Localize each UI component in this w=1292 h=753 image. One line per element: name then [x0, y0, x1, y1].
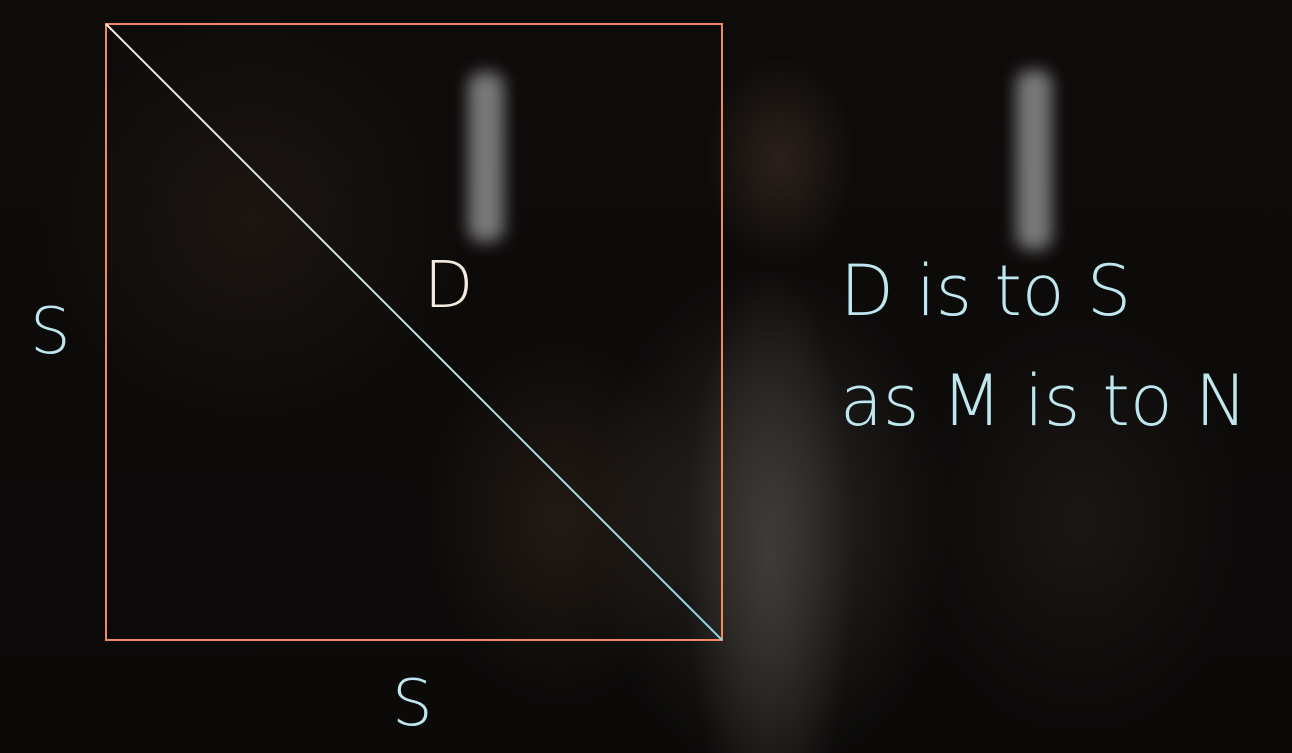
video-frame: S S D D is to S as M is to N: [0, 0, 1292, 753]
side-left-label: S: [30, 295, 71, 369]
ratio-statement: D is to S as M is to N: [840, 236, 1247, 456]
statement-line-2: as M is to N: [840, 360, 1248, 442]
side-bottom-label: S: [392, 667, 433, 741]
diagonal-label: D: [424, 249, 474, 323]
diagonal-line: [105, 23, 723, 641]
statement-line-1: D is to S: [840, 250, 1132, 332]
